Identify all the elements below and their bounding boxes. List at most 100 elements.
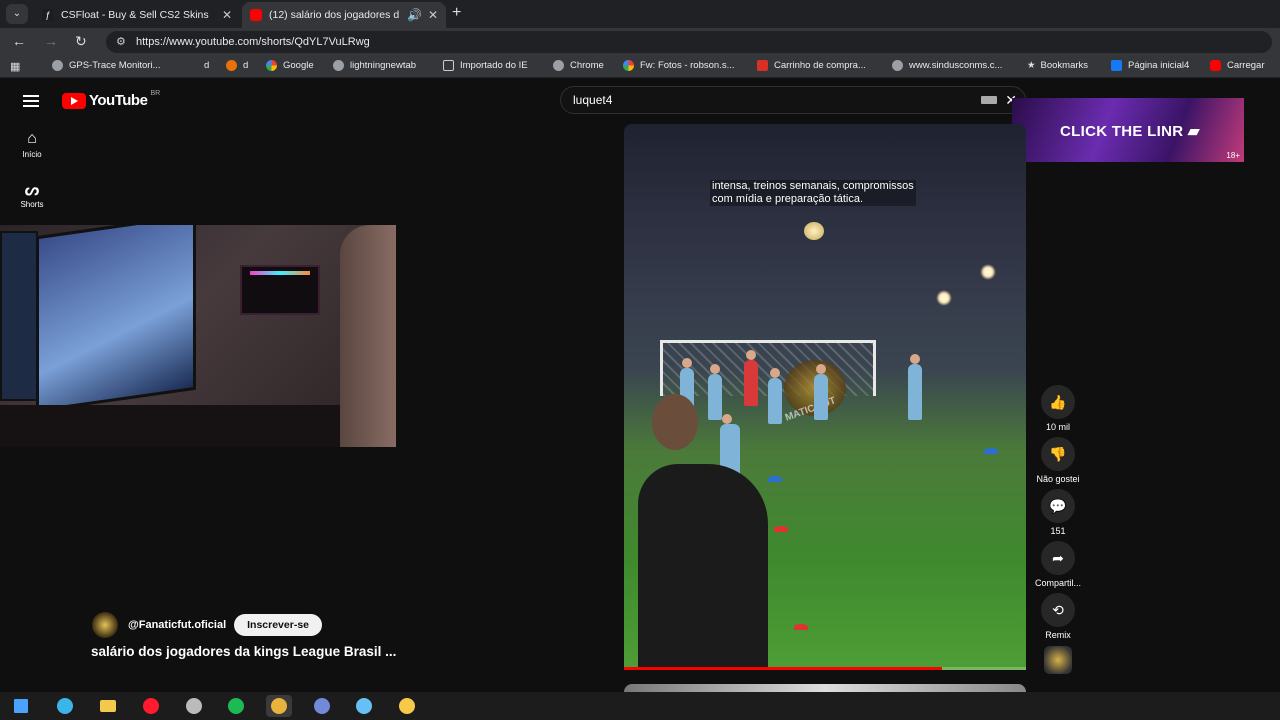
share-button[interactable]: ➦ Compartil... [1032, 541, 1084, 588]
share-icon: ➦ [1041, 541, 1075, 575]
bookmark-fw-fotos[interactable]: Fw: Fotos - robson.s... [623, 60, 735, 71]
channel-avatar-small[interactable] [1044, 646, 1072, 674]
comments-button[interactable]: 💬 151 [1032, 489, 1084, 536]
edge-icon[interactable] [52, 695, 78, 717]
bookmark-label: Chrome [570, 60, 604, 71]
chrome-icon[interactable] [266, 695, 292, 717]
channel-name[interactable]: @Fanaticfut.oficial [128, 619, 226, 631]
close-tab-icon[interactable]: ✕ [222, 8, 232, 22]
video-caption: intensa, treinos semanais, compromissos … [710, 180, 916, 206]
tab-csfloat[interactable]: ƒ CSFloat - Buy & Sell CS2 Skins ✕ [34, 2, 240, 28]
apps-grid-icon[interactable]: ▦ [10, 60, 20, 73]
video-title[interactable]: salário dos jogadores da kings League Br… [91, 644, 396, 659]
steam-icon[interactable] [351, 695, 377, 717]
browser-toolbar: ← → ↻ ⚙ https://www.youtube.com/shorts/Q… [0, 28, 1280, 56]
app-icon[interactable] [181, 695, 207, 717]
pc-case [240, 265, 320, 315]
channel-avatar[interactable] [92, 612, 118, 638]
desk [0, 405, 396, 447]
windows-start-icon-glyph [14, 699, 28, 713]
globe-icon [892, 60, 903, 71]
player [708, 364, 722, 420]
subscribe-button[interactable]: Inscrever-se [234, 614, 323, 636]
bookmark-chrome[interactable]: Chrome [553, 60, 604, 71]
back-icon[interactable]: ← [12, 33, 26, 49]
tab-youtube[interactable]: (12) salário dos jogadores d 🔊 ✕ [242, 2, 446, 28]
search-input[interactable]: luquet4 ✕ [560, 86, 1026, 114]
tab-title: CSFloat - Buy & Sell CS2 Skins [61, 9, 209, 21]
bookmark-importado-ie[interactable]: Importado do IE [443, 60, 528, 71]
bookmark-google[interactable]: Google [266, 60, 314, 71]
csfloat-icon: ƒ [42, 9, 54, 21]
bookmark-bookmarks[interactable]: ★ Bookmarks [1027, 60, 1088, 71]
menu-icon[interactable] [23, 95, 39, 107]
dislike-icon: 👎 [1041, 437, 1075, 471]
player [768, 368, 782, 424]
speaker-icon[interactable]: 🔊 [407, 8, 422, 22]
tab-search-button[interactable]: ⌄ [6, 4, 28, 24]
close-tab-icon[interactable]: ✕ [428, 8, 438, 22]
spotify-icon-glyph [228, 698, 244, 714]
youtube-icon [1210, 60, 1221, 71]
reload-icon[interactable]: ↻ [75, 33, 87, 50]
bookmark-sinduscon[interactable]: www.sindusconms.c... [892, 60, 1002, 71]
person-arm [340, 225, 396, 447]
dislike-button[interactable]: 👎 Não gostei [1032, 437, 1084, 484]
steam-icon-glyph [356, 698, 372, 714]
bookmark-pagina-inicial4[interactable]: Página inicial4 [1111, 60, 1189, 71]
bookmark-label: Bookmarks [1040, 60, 1089, 71]
bookmark-lightningnewtab[interactable]: lightningnewtab [333, 60, 416, 71]
youtube-icon [250, 9, 262, 21]
short-video-player[interactable]: MATIC FUT intensa, treinos semanais, com… [624, 124, 1026, 670]
like-button[interactable]: 👍 10 mil [1032, 385, 1084, 432]
youtube-logo[interactable]: YouTube BR [62, 90, 160, 109]
star-icon: ★ [1027, 60, 1036, 71]
cart-icon [757, 60, 768, 71]
bookmark-d[interactable]: d [204, 60, 209, 71]
football [804, 222, 824, 240]
bookmark-label: Fw: Fotos - robson.s... [640, 60, 735, 71]
keyboard-icon[interactable] [981, 96, 997, 104]
bookmark-carregar[interactable]: Carregar [1210, 60, 1265, 71]
ad-text: CLICK THE LINR ▰ [1060, 123, 1200, 140]
edge-icon-glyph [57, 698, 73, 714]
webcam-overlay [0, 225, 396, 447]
like-count: 10 mil [1045, 422, 1070, 432]
file-explorer-icon-glyph [100, 700, 116, 712]
home-icon: ⌂ [27, 130, 37, 147]
app-icon-2[interactable] [394, 695, 420, 717]
training-cone [774, 526, 788, 532]
bookmark-gps-trace[interactable]: GPS-Trace Monitori... [52, 60, 161, 71]
monitor-left [0, 231, 38, 401]
new-tab-button[interactable]: + [452, 4, 461, 22]
forward-icon[interactable]: → [44, 33, 58, 49]
bookmark-label: lightningnewtab [350, 60, 417, 71]
chrome-icon-glyph [271, 698, 287, 714]
bookmark-label: Google [283, 60, 314, 71]
file-explorer-icon[interactable] [95, 695, 121, 717]
remix-icon: ⟲ [1041, 593, 1075, 627]
video-progress-bar[interactable] [624, 667, 1026, 670]
remix-button[interactable]: ⟲ Remix [1032, 593, 1084, 640]
opera-icon[interactable] [138, 695, 164, 717]
bookmark-carrinho[interactable]: Carrinho de compra... [757, 60, 866, 71]
spotify-icon[interactable] [223, 695, 249, 717]
windows-start-icon[interactable] [8, 695, 34, 717]
bookmark-label: Página inicial4 [1128, 60, 1190, 71]
bookmark-label: d [243, 60, 249, 71]
chrome-icon [553, 60, 564, 71]
tab-title: (12) salário dos jogadores d [269, 9, 400, 21]
bookmark-d-2[interactable]: d [226, 60, 248, 71]
folder-icon [443, 60, 454, 71]
nav-home[interactable]: ⌂ Início [10, 130, 54, 159]
nav-shorts[interactable]: ᔕ Shorts [10, 180, 54, 209]
site-info-icon[interactable]: ⚙ [116, 31, 126, 53]
channel-row: @Fanaticfut.oficial Inscrever-se [92, 612, 323, 638]
comment-count: 151 [1050, 526, 1066, 536]
discord-icon[interactable] [309, 695, 335, 717]
address-bar[interactable]: ⚙ https://www.youtube.com/shorts/QdYL7Vu… [106, 31, 1272, 53]
app-icon-glyph [186, 698, 202, 714]
youtube-page: YouTube BR ⌂ Início ᔕ Shorts luquet4 ✕ C… [0, 78, 1280, 694]
training-cone [984, 448, 998, 454]
discord-icon-glyph [314, 698, 330, 714]
